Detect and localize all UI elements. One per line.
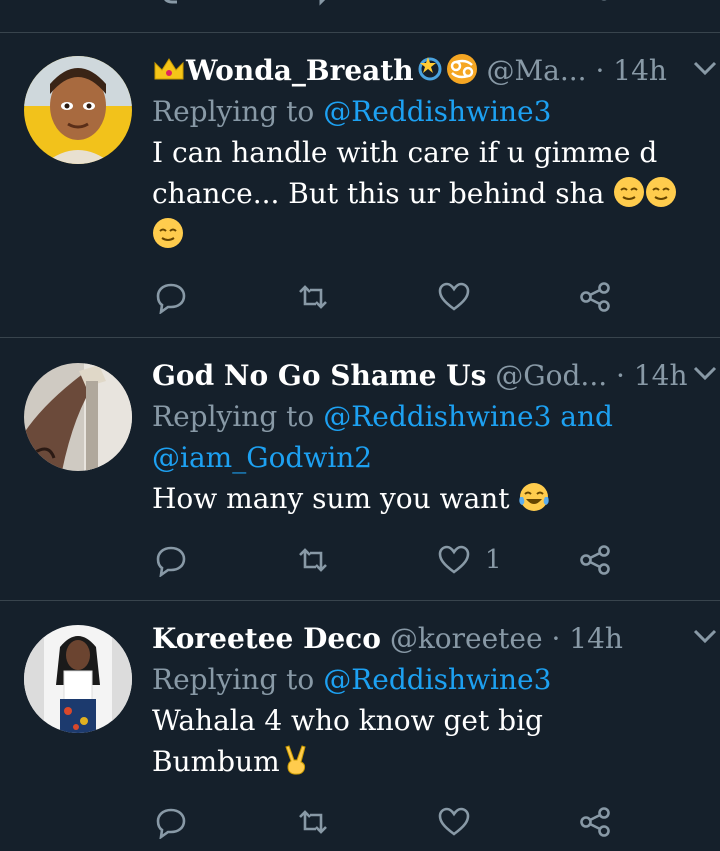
chevron-down-icon[interactable] [690, 356, 720, 390]
avatar[interactable] [24, 625, 132, 733]
share-button[interactable] [578, 279, 612, 315]
display-name[interactable]: Wonda_Breath [186, 54, 414, 87]
retweet-icon [299, 548, 327, 572]
like-button[interactable] [437, 804, 485, 840]
tweet-text-line: Bumbum [152, 745, 280, 778]
chevron-down-icon[interactable] [690, 619, 720, 653]
tweet[interactable]: Wonda_Breath @Ma... · 14h Replying to @R… [0, 33, 720, 338]
cancer-zodiac-icon [446, 53, 478, 85]
heart-icon [438, 807, 470, 836]
tweet-header: Wonda_Breath @Ma... · 14h [152, 51, 717, 91]
separator-dot: · [595, 54, 605, 87]
share-icon [580, 807, 610, 837]
timestamp[interactable]: 14h [634, 359, 688, 392]
replying-to: Replying to @Reddishwine3 and @iam_Godwi… [152, 396, 692, 478]
like-button[interactable]: 1 [437, 542, 502, 578]
dizzy-emoji-icon [414, 53, 446, 85]
replying-to: Replying to @Reddishwine3 [152, 659, 692, 700]
tears-of-joy-emoji-icon [518, 481, 550, 513]
victory-hand-emoji-icon [280, 744, 312, 776]
share-icon [580, 282, 610, 312]
separator-dot: · [551, 622, 561, 655]
relieved-face-emoji-icon [613, 176, 645, 208]
retweet-icon[interactable] [297, 0, 331, 10]
chevron-down-icon[interactable] [690, 51, 720, 85]
replying-to: Replying to @Reddishwine3 [152, 91, 692, 132]
replying-to-label: Replying to [152, 400, 315, 433]
retweet-button[interactable] [296, 804, 330, 840]
tweet-header: God No Go Shame Us @God... · 14h [152, 356, 717, 396]
handle[interactable]: @Ma... [487, 54, 587, 87]
share-button[interactable] [578, 804, 612, 840]
timestamp[interactable]: 14h [613, 54, 667, 87]
timestamp[interactable]: 14h [569, 622, 623, 655]
separator-dot: · [616, 359, 625, 392]
retweet-button[interactable] [296, 279, 330, 315]
share-icon [580, 545, 610, 575]
crown-emoji-icon [152, 55, 186, 83]
heart-icon [438, 545, 470, 574]
tweet-text-line: Wahala 4 who know get big [152, 704, 543, 737]
avatar[interactable] [24, 56, 132, 164]
tweet-text: Wahala 4 who know get big Bumbum [152, 700, 692, 782]
mention-link[interactable]: @Reddishwine3 [323, 663, 551, 696]
relieved-face-emoji-icon [152, 217, 184, 249]
tweet-actions [152, 279, 692, 315]
tweet-text: I can handle with care if u gimme d chan… [152, 132, 692, 255]
tweet-header: Koreetee Deco @koreetee · 14h [152, 619, 717, 659]
share-button[interactable] [578, 542, 612, 578]
tweet[interactable]: God No Go Shame Us @God... · 14h Replyin… [0, 338, 720, 601]
display-name[interactable]: Koreetee Deco [152, 622, 381, 655]
share-icon[interactable] [580, 0, 614, 10]
like-button[interactable] [437, 279, 485, 315]
reply-icon [156, 283, 186, 314]
previous-tweet-stub [0, 0, 720, 33]
reply-button[interactable] [154, 542, 188, 578]
tweet-text-line: How many sum you want [152, 482, 510, 515]
tweet[interactable]: Koreetee Deco @koreetee · 14h Replying t… [0, 601, 720, 851]
retweet-button[interactable] [296, 542, 330, 578]
heart-icon [438, 282, 470, 311]
mention-link[interactable]: @Reddishwine3 [323, 95, 551, 128]
relieved-face-emoji-icon [645, 176, 677, 208]
reply-icon[interactable] [155, 0, 189, 10]
tweet-actions: 1 [152, 542, 692, 578]
avatar[interactable] [24, 363, 132, 471]
tweet-text-line: I can handle with care if u gimme d [152, 136, 658, 169]
handle[interactable]: @God... [495, 359, 607, 392]
display-name[interactable]: God No Go Shame Us [152, 359, 486, 392]
mention-link[interactable]: @iam_Godwin2 [152, 441, 372, 474]
retweet-icon [299, 285, 327, 309]
retweet-icon [299, 810, 327, 834]
replying-to-label: Replying to [152, 95, 315, 128]
handle[interactable]: @koreetee [390, 622, 543, 655]
tweet-text: How many sum you want [152, 478, 692, 519]
reply-icon [156, 808, 186, 839]
reply-button[interactable] [154, 804, 188, 840]
reply-icon [156, 546, 186, 577]
like-count: 1 [485, 545, 502, 575]
mention-link[interactable]: @Reddishwine3 and [323, 400, 613, 433]
tweet-actions [152, 804, 692, 840]
replying-to-label: Replying to [152, 663, 315, 696]
tweet-text-line: chance... But this ur behind sha [152, 177, 605, 210]
reply-button[interactable] [154, 279, 188, 315]
